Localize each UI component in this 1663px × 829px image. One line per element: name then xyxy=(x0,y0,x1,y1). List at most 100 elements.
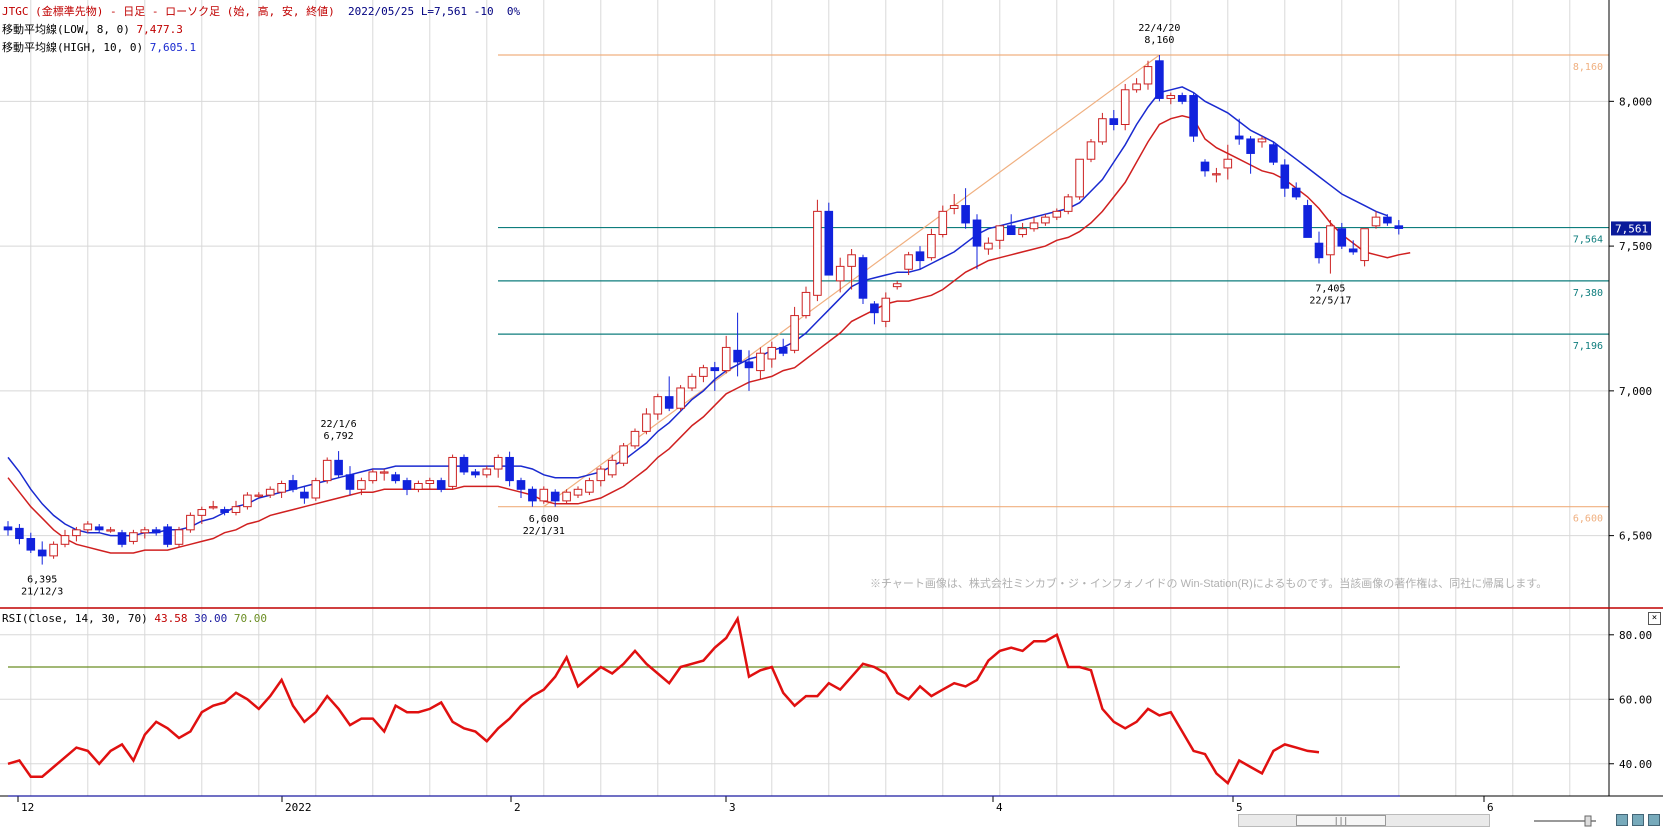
candle-body xyxy=(391,474,400,482)
candle-body xyxy=(311,480,321,499)
instrument-title: JTGC (金標準先物) - 日足 - ローソク足 (始, 高, 安, 終値) xyxy=(2,5,335,18)
price-levels: 8,160 7,564 7,380 7,196 6,600 xyxy=(498,54,1609,525)
candle-body xyxy=(1337,228,1347,247)
annotation-price: 6,395 xyxy=(27,575,57,586)
candle-body xyxy=(516,480,526,490)
candle-body xyxy=(756,352,765,372)
annotation-price: 8,160 xyxy=(1144,35,1174,46)
candle-body xyxy=(345,474,355,490)
candle-body xyxy=(288,480,298,490)
candle-body xyxy=(1155,60,1164,99)
zoom-slider[interactable] xyxy=(1530,814,1600,827)
candle-body xyxy=(607,459,617,476)
candle-body xyxy=(197,509,207,516)
level-label: 6,600 xyxy=(1573,514,1603,525)
rsi-upper: 70.00 xyxy=(233,612,267,625)
y-tick-label: 7,500 xyxy=(1619,240,1652,253)
candle-body xyxy=(585,480,594,493)
candle-body xyxy=(1200,161,1210,172)
close-icon[interactable]: × xyxy=(1648,612,1661,625)
rsi-y-tick-label: 80.00 xyxy=(1619,629,1652,642)
candle-body xyxy=(1006,225,1016,236)
candle-body xyxy=(482,468,492,476)
candle-body xyxy=(334,459,343,476)
annotation-date: 22/1/31 xyxy=(523,526,565,537)
candle-body xyxy=(972,219,982,247)
rsi-line xyxy=(7,615,1320,786)
candle-body xyxy=(1041,216,1050,224)
candle-body xyxy=(1063,196,1073,212)
x-tick-label: 3 xyxy=(729,801,736,814)
candle-body xyxy=(767,346,777,360)
candle-body xyxy=(37,549,47,557)
candle-body xyxy=(60,535,70,545)
candle-body xyxy=(676,387,685,409)
candle-body xyxy=(1223,158,1233,169)
annotation-date: 22/1/6 xyxy=(321,419,357,430)
candle-body xyxy=(744,361,754,369)
chart-window: 8,160 7,564 7,380 7,196 6,600 6,395 21/12/3 22… xyxy=(0,0,1663,829)
candle-body xyxy=(1383,216,1392,224)
candle-body xyxy=(892,283,902,288)
candle-body xyxy=(801,291,811,317)
candle-body xyxy=(1360,228,1369,262)
candle-body xyxy=(790,315,799,351)
candle-body xyxy=(619,445,628,464)
candle-body xyxy=(995,225,1005,241)
candle-body xyxy=(642,413,651,432)
moving-averages xyxy=(7,86,1411,554)
candle-body xyxy=(1098,118,1107,143)
candle-body xyxy=(596,468,606,482)
annotation-date: 22/4/20 xyxy=(1138,23,1180,34)
candle-body xyxy=(961,205,970,224)
candle-body xyxy=(1371,216,1381,227)
candle-body xyxy=(1394,225,1404,229)
chart-canvas[interactable]: 8,1607,5647,3807,1966,600 6,39521/12/322… xyxy=(0,0,1663,829)
annotation-price: 6,792 xyxy=(324,431,354,442)
candle-body xyxy=(322,459,332,482)
candle-body xyxy=(3,526,13,531)
candle-body xyxy=(904,254,913,270)
candle-body xyxy=(699,367,708,377)
candle-body xyxy=(949,205,959,209)
scroll-thumb[interactable]: ||| xyxy=(1296,815,1386,826)
zoom-out-button[interactable] xyxy=(1632,814,1644,826)
annotation-date: 22/5/17 xyxy=(1309,296,1351,307)
watermark: ※チャート画像は、株式会社ミンカブ・ジ・インフォノイドの Win-Station… xyxy=(870,576,1547,590)
candle-body xyxy=(1143,66,1153,85)
ma-high-label: 移動平均線(HIGH, 10, 0) xyxy=(2,41,144,54)
ma-low-label: 移動平均線(LOW, 8, 0) xyxy=(2,23,130,36)
candle-body xyxy=(174,529,184,545)
candle-body xyxy=(824,210,834,276)
candle-body xyxy=(163,526,172,545)
candle-body xyxy=(915,251,925,262)
ma-low-value: 7,477.3 xyxy=(136,23,183,36)
candle-body xyxy=(539,488,549,502)
x-tick-label: 2 xyxy=(514,801,521,814)
candle-body xyxy=(357,480,366,490)
fit-button[interactable] xyxy=(1648,814,1660,826)
candle-body xyxy=(1109,118,1119,125)
candle-body xyxy=(733,349,742,363)
candle-body xyxy=(471,471,480,476)
candle-body xyxy=(1177,95,1187,102)
candle-body xyxy=(1246,138,1255,154)
candle-body xyxy=(550,491,560,502)
candle-body xyxy=(1132,83,1141,91)
candle-body xyxy=(653,396,663,415)
candle-body xyxy=(448,456,457,487)
candle-body xyxy=(1269,144,1278,163)
candle-body xyxy=(72,529,81,537)
zoom-in-button[interactable] xyxy=(1616,814,1628,826)
candle-body xyxy=(493,456,503,470)
x-tick-label: 12 xyxy=(21,801,34,814)
y-tick-label: 7,000 xyxy=(1619,385,1652,398)
candle-body xyxy=(573,488,583,496)
candle-body xyxy=(528,488,537,502)
ma-low-legend: 移動平均線(LOW, 8, 0) 7,477.3 xyxy=(2,21,183,37)
candle-body xyxy=(1348,248,1358,253)
candle-body xyxy=(870,303,879,314)
candle-body xyxy=(1257,138,1267,143)
candle-body xyxy=(1029,222,1039,230)
rsi-label: RSI(Close, 14, 30, 70) xyxy=(2,612,148,625)
